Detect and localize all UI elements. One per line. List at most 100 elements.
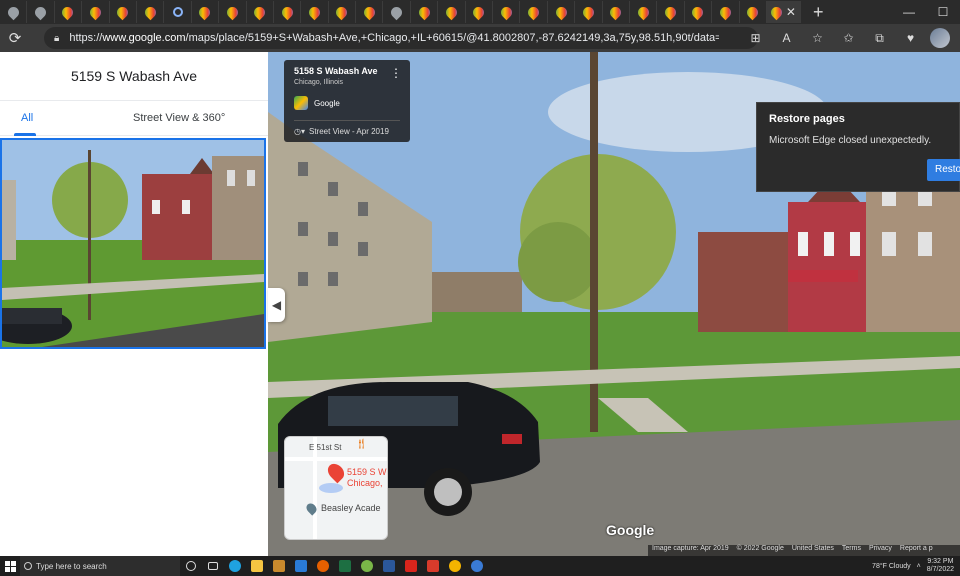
toolbar-icons: ⊞ A ☆ ✩ ⧉ ♥ bbox=[740, 24, 950, 52]
url-text[interactable]: https://www.google.com/maps/place/5159+S… bbox=[69, 32, 719, 44]
browser-tab[interactable] bbox=[630, 1, 658, 23]
firefox-icon[interactable] bbox=[312, 556, 334, 576]
collections-icon[interactable]: ⧉ bbox=[864, 31, 895, 46]
browser-tab[interactable] bbox=[110, 1, 137, 23]
maps-favicon-icon bbox=[525, 4, 542, 20]
app-icon[interactable] bbox=[290, 556, 312, 576]
restore-button[interactable]: Resto bbox=[927, 159, 960, 181]
maps-favicon-icon bbox=[388, 4, 405, 20]
cortana-icon[interactable] bbox=[180, 556, 202, 576]
read-aloud-icon[interactable]: A bbox=[771, 31, 802, 45]
restore-message: Microsoft Edge closed unexpectedly. bbox=[769, 135, 932, 146]
edge-icon[interactable] bbox=[224, 556, 246, 576]
browser-tab[interactable] bbox=[438, 1, 466, 23]
app-available-icon[interactable]: ⊞ bbox=[740, 31, 771, 45]
browser-tab[interactable] bbox=[685, 1, 713, 23]
maps-favicon-icon bbox=[306, 4, 323, 20]
chrome-icon[interactable] bbox=[444, 556, 466, 576]
browser-tab[interactable] bbox=[82, 1, 110, 23]
active-browser-tab[interactable]: ✕ bbox=[766, 1, 801, 23]
search-favicon-icon bbox=[172, 7, 183, 17]
browser-tab[interactable] bbox=[548, 1, 576, 23]
photo-tabs: All Street View & 360° bbox=[0, 100, 268, 136]
profile-avatar[interactable] bbox=[930, 28, 950, 48]
clock[interactable]: 9:32 PM 8/7/2022 bbox=[927, 558, 954, 574]
app-icon[interactable] bbox=[422, 556, 444, 576]
map-road bbox=[313, 437, 317, 539]
clock-date: 8/7/2022 bbox=[926, 566, 954, 573]
map-road bbox=[285, 457, 387, 461]
map-street-label: E 51st St bbox=[309, 443, 342, 452]
start-button[interactable] bbox=[0, 560, 20, 572]
footer-link-terms[interactable]: Terms bbox=[842, 545, 861, 556]
browser-tab[interactable] bbox=[411, 1, 439, 23]
app-icon[interactable] bbox=[356, 556, 378, 576]
taskbar-search-placeholder: Type here to search bbox=[36, 561, 107, 571]
browser-tab[interactable] bbox=[466, 1, 494, 23]
browser-tab[interactable] bbox=[137, 1, 165, 23]
browser-tab[interactable] bbox=[493, 1, 521, 23]
browser-tab[interactable] bbox=[301, 1, 329, 23]
browser-tab[interactable] bbox=[356, 1, 384, 23]
tab-strip: ✕ + — ☐ bbox=[0, 0, 960, 24]
task-view-icon[interactable] bbox=[202, 556, 224, 576]
capture-date: Image capture: Apr 2019 bbox=[652, 545, 729, 552]
browser-tab[interactable] bbox=[0, 1, 28, 23]
tab-street-view[interactable]: Street View & 360° bbox=[133, 112, 225, 124]
browser-tab[interactable] bbox=[192, 1, 220, 23]
windows-taskbar: Type here to search 78°F Cloudy ˄ 9:32 P… bbox=[0, 556, 960, 576]
restaurant-icon: 🍴︎ bbox=[355, 439, 368, 450]
browser-tab[interactable] bbox=[27, 1, 55, 23]
close-tab-icon[interactable]: ✕ bbox=[786, 5, 796, 19]
browser-tab[interactable] bbox=[657, 1, 685, 23]
browser-tab[interactable] bbox=[740, 1, 767, 23]
browser-tab[interactable] bbox=[575, 1, 603, 23]
browser-tab[interactable] bbox=[164, 1, 192, 23]
maps-favicon-icon bbox=[580, 4, 597, 20]
more-options-icon[interactable]: ⋮ bbox=[390, 66, 402, 80]
maximize-button[interactable]: ☐ bbox=[926, 5, 960, 19]
search-icon bbox=[24, 562, 32, 570]
tab-all[interactable]: All bbox=[21, 112, 33, 124]
app-icon[interactable] bbox=[268, 556, 290, 576]
clock-time: 9:32 PM bbox=[927, 558, 954, 565]
app-icon[interactable] bbox=[466, 556, 488, 576]
tray-chevron-icon[interactable]: ˄ bbox=[917, 563, 921, 570]
extensions-icon[interactable]: ♥ bbox=[895, 31, 926, 45]
browser-tab[interactable] bbox=[329, 1, 357, 23]
refresh-icon[interactable]: ⟳ bbox=[0, 29, 30, 47]
footer-link-report[interactable]: Report a p bbox=[900, 545, 933, 556]
excel-icon[interactable] bbox=[334, 556, 356, 576]
browser-tab[interactable] bbox=[274, 1, 302, 23]
collapse-panel-button[interactable]: ◀ bbox=[268, 288, 285, 322]
browser-tab[interactable] bbox=[55, 1, 83, 23]
browser-tab[interactable] bbox=[219, 1, 247, 23]
maps-favicon-icon bbox=[251, 4, 268, 20]
minimize-button[interactable]: — bbox=[892, 5, 926, 19]
history-dropdown[interactable]: ◷▾ Street View - Apr 2019 bbox=[294, 120, 400, 136]
maps-favicon-icon bbox=[334, 4, 350, 20]
file-explorer-icon[interactable] bbox=[246, 556, 268, 576]
browser-tab[interactable] bbox=[603, 1, 630, 23]
address-bar[interactable]: 🔒︎ https://www.google.com/maps/place/515… bbox=[44, 27, 758, 49]
word-icon[interactable] bbox=[378, 556, 400, 576]
street-view-thumbnail[interactable] bbox=[0, 138, 266, 349]
add-favorite-icon[interactable]: ☆ bbox=[802, 31, 833, 45]
favorites-icon[interactable]: ✩ bbox=[833, 31, 864, 45]
weather-widget[interactable]: 78°F Cloudy bbox=[872, 563, 911, 570]
footer-link-country[interactable]: United States bbox=[792, 545, 834, 556]
minimap[interactable]: E 51st St 🍴︎ 5159 S W Chicago, Beasley Ac… bbox=[284, 436, 388, 540]
browser-tab[interactable] bbox=[712, 1, 740, 23]
new-tab-button[interactable]: + bbox=[813, 2, 824, 23]
google-watermark: Google bbox=[606, 522, 655, 538]
maps-favicon-icon bbox=[498, 4, 514, 20]
browser-tab[interactable] bbox=[247, 1, 274, 23]
browser-tab[interactable] bbox=[383, 1, 411, 23]
taskbar-search[interactable]: Type here to search bbox=[20, 556, 180, 576]
windows-logo-icon bbox=[4, 560, 16, 572]
side-panel: 5159 S Wabash Ave All Street View & 360° bbox=[0, 52, 268, 556]
footer-link-privacy[interactable]: Privacy bbox=[869, 545, 892, 556]
maps-favicon-icon bbox=[5, 4, 21, 20]
browser-tab[interactable] bbox=[520, 1, 548, 23]
acrobat-icon[interactable] bbox=[400, 556, 422, 576]
